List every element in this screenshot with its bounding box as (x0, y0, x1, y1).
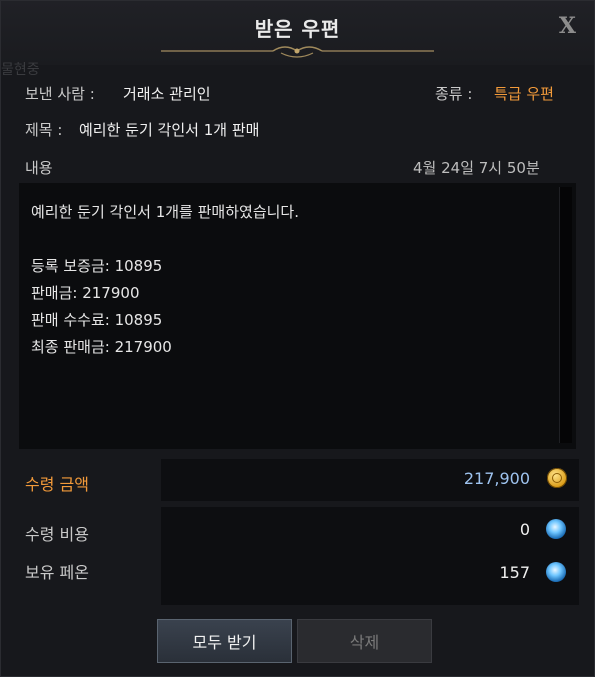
gold-coin-icon (547, 468, 567, 488)
title-ornament-icon (161, 46, 434, 58)
mail-date: 4월 24일 7시 50분 (413, 159, 540, 177)
receive-all-button[interactable]: 모두 받기 (157, 619, 292, 663)
receive-amount-value: 217,900 (463, 469, 530, 488)
background-text: 물현중 (1, 62, 40, 78)
receive-amount-label: 수령 금액 (25, 475, 89, 494)
receive-cost-label: 수령 비용 (25, 525, 89, 544)
owned-pheon-value: 157 (499, 563, 530, 582)
sender-value: 거래소 관리인 (123, 85, 211, 103)
mail-window: 물현중 받은 우편 X 보낸 사람 : 거래소 관리인 종류 : 특급 우편 제… (0, 0, 595, 677)
type-value: 특급 우편 (494, 85, 554, 103)
cost-panel (161, 507, 579, 605)
sender-label: 보낸 사람 : (25, 85, 95, 103)
owned-pheon-label: 보유 페온 (25, 563, 89, 582)
delete-button[interactable]: 삭제 (297, 619, 432, 663)
receive-cost-value: 0 (519, 520, 530, 539)
pheon-icon (546, 519, 566, 539)
mail-body-panel: 예리한 둔기 각인서 1개를 판매하였습니다. 등록 보증금: 10895 판매… (19, 183, 576, 449)
subject-label: 제목 : (25, 121, 63, 139)
type-label: 종류 : (435, 85, 473, 103)
body-scrollbar[interactable] (559, 187, 572, 443)
window-title: 받은 우편 (254, 17, 341, 41)
close-icon[interactable]: X (559, 13, 576, 39)
mail-body-text: 예리한 둔기 각인서 1개를 판매하였습니다. 등록 보증금: 10895 판매… (31, 203, 299, 356)
subject-value: 예리한 둔기 각인서 1개 판매 (79, 121, 260, 139)
pheon-icon (546, 562, 566, 582)
content-label: 내용 (25, 159, 53, 177)
